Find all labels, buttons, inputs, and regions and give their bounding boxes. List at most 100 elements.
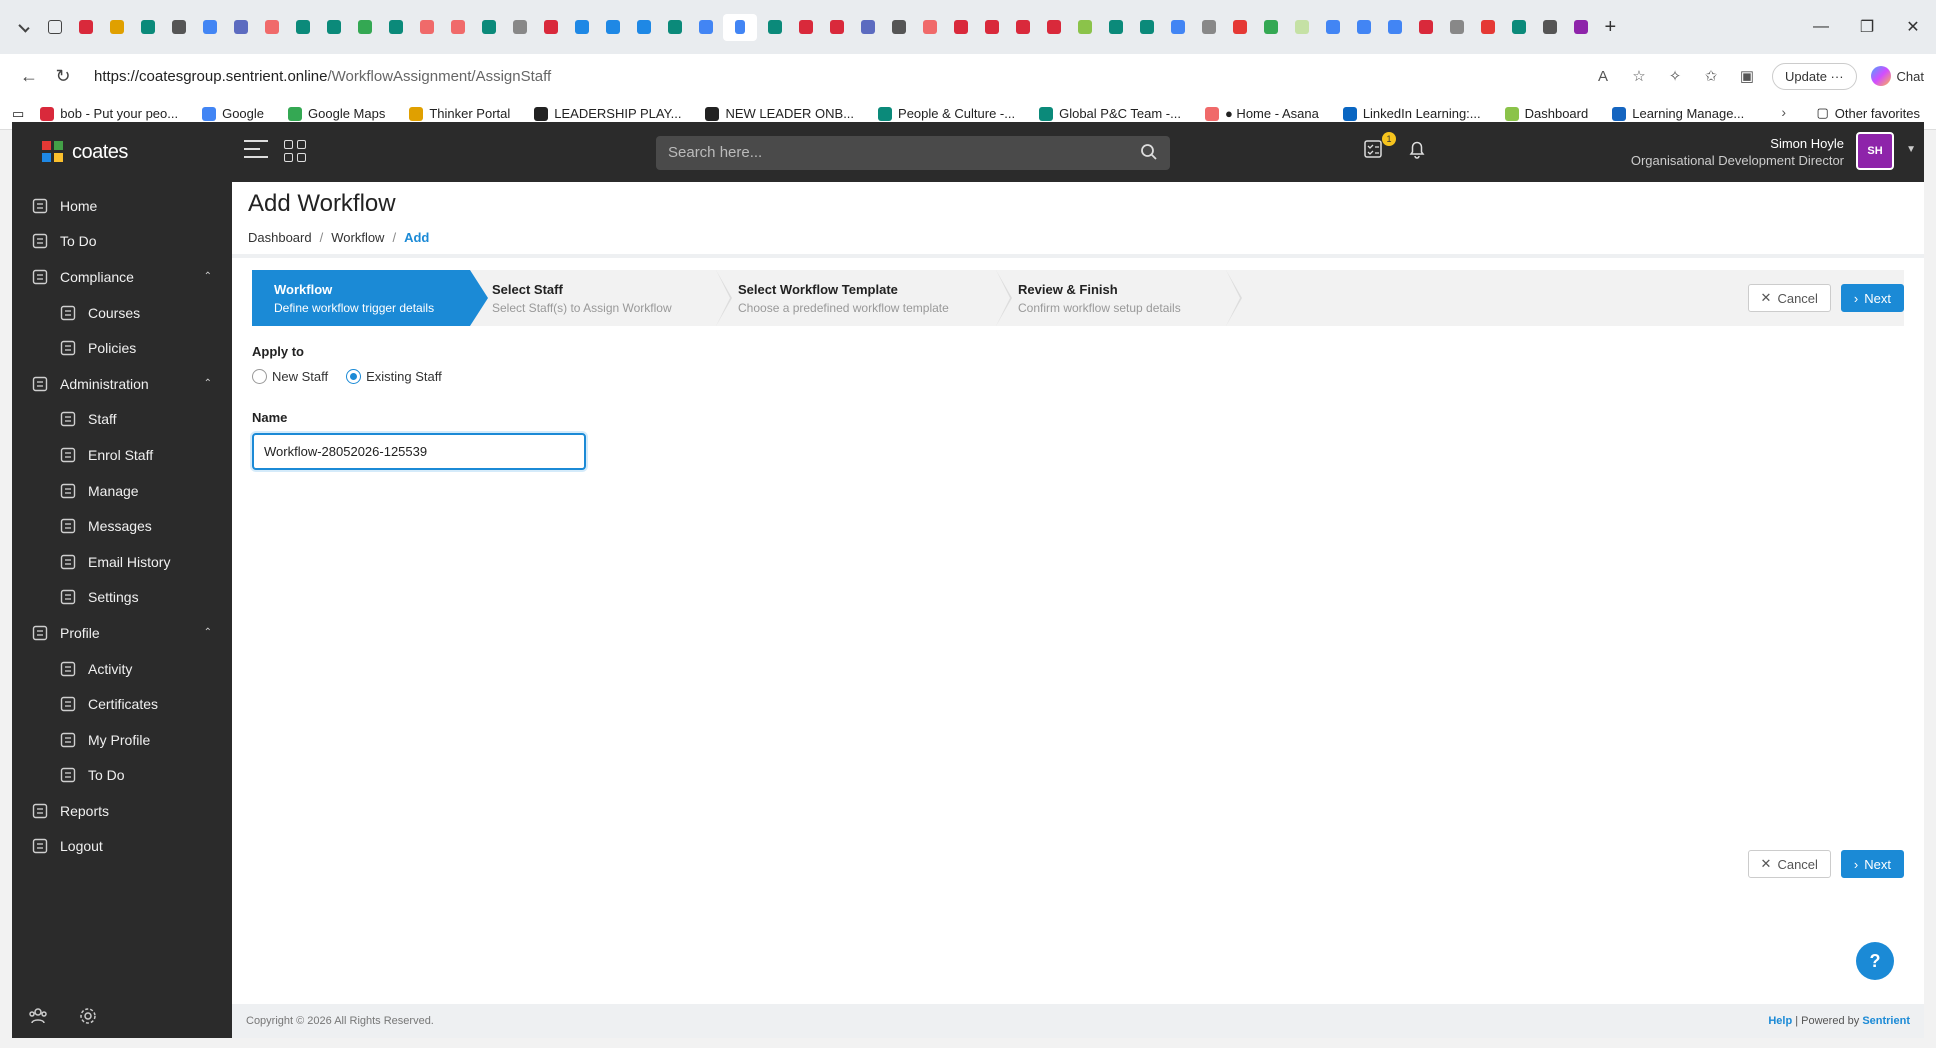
browser-tab-icon[interactable] <box>1102 14 1129 41</box>
browser-tab-icon[interactable] <box>661 14 688 41</box>
collections-icon[interactable]: ▣ <box>1736 65 1758 87</box>
browser-tab-icon[interactable] <box>599 14 626 41</box>
sidebar-item-staff[interactable]: Staff <box>12 402 232 438</box>
sidebar-item-email-history[interactable]: Email History <box>12 544 232 580</box>
user-info[interactable]: Simon Hoyle Organisational Development D… <box>1631 136 1844 168</box>
restore-icon[interactable]: ❐ <box>1844 17 1890 37</box>
browser-tab-icon[interactable] <box>320 14 347 41</box>
minimize-icon[interactable]: — <box>1798 18 1844 36</box>
browser-tab-icon[interactable] <box>227 14 254 41</box>
browser-tab-icon[interactable] <box>413 14 440 41</box>
browser-tab-icon[interactable] <box>885 14 912 41</box>
browser-tab-icon[interactable] <box>823 14 850 41</box>
browser-tab-icon[interactable] <box>258 14 285 41</box>
favorite-link[interactable]: LinkedIn Learning:... <box>1342 106 1481 121</box>
step-review-finish[interactable]: Review & Finish Confirm workflow setup de… <box>996 270 1242 326</box>
browser-tab-icon[interactable] <box>1505 14 1532 41</box>
browser-tab-icon[interactable] <box>1412 14 1439 41</box>
browser-tab-icon[interactable] <box>506 14 533 41</box>
favorite-link[interactable]: People & Culture -... <box>878 106 1015 121</box>
reading-view-icon[interactable]: ▭ <box>12 106 24 122</box>
sidebar-item-logout[interactable]: Logout <box>12 829 232 865</box>
workspaces-icon[interactable] <box>41 14 68 41</box>
avatar[interactable]: SH <box>1856 132 1894 170</box>
sidebar-item-home[interactable]: Home <box>12 188 232 224</box>
sidebar-item-settings[interactable]: Settings <box>12 580 232 616</box>
favorite-link[interactable]: ● Home - Asana <box>1204 106 1319 121</box>
radio-circle[interactable] <box>252 369 267 384</box>
browser-tab-icon[interactable] <box>1133 14 1160 41</box>
favorite-link[interactable]: bob - Put your peo... <box>40 106 178 121</box>
sidebar-item-compliance[interactable]: Compliance ⌃ <box>12 259 232 295</box>
browser-tab-icon[interactable] <box>1350 14 1377 41</box>
browser-tab-icon[interactable] <box>792 14 819 41</box>
favorite-link[interactable]: Learning Manage... <box>1612 106 1744 121</box>
back-icon[interactable]: ← <box>12 60 46 92</box>
team-icon[interactable] <box>28 1006 48 1026</box>
next-button[interactable]: › Next <box>1840 284 1904 312</box>
browser-tab-icon[interactable] <box>630 14 657 41</box>
browser-tab-icon[interactable] <box>537 14 564 41</box>
tasks-icon[interactable] <box>1362 138 1384 160</box>
search-input[interactable]: Search here... <box>656 136 1170 170</box>
chevron-up-icon[interactable]: ⌃ <box>204 627 212 638</box>
browser-tab-icon[interactable] <box>568 14 595 41</box>
favorite-link[interactable]: Google <box>202 106 264 121</box>
sidebar-item-policies[interactable]: Policies <box>12 330 232 366</box>
update-button[interactable]: Update ··· <box>1772 62 1857 90</box>
other-favorites[interactable]: ▢ Other favorites <box>1816 105 1920 121</box>
browser-tab-icon[interactable] <box>1381 14 1408 41</box>
browser-tab-icon[interactable] <box>1257 14 1284 41</box>
browser-tab-icon[interactable] <box>289 14 316 41</box>
breadcrumb-workflow[interactable]: Workflow <box>331 230 384 245</box>
favorite-link[interactable]: Dashboard <box>1504 106 1588 121</box>
gear-icon[interactable] <box>78 1006 98 1026</box>
browser-tab-icon[interactable] <box>196 14 223 41</box>
next-button[interactable]: › Next <box>1840 850 1904 878</box>
browser-tab-icon[interactable] <box>1443 14 1470 41</box>
sidebar-item-courses[interactable]: Courses <box>12 295 232 331</box>
favorite-link[interactable]: Google Maps <box>288 106 385 121</box>
browser-tab-icon[interactable] <box>854 14 881 41</box>
browser-tab-icon[interactable] <box>134 14 161 41</box>
star-icon[interactable]: ☆ <box>1628 65 1650 87</box>
browser-tab-icon[interactable] <box>165 14 192 41</box>
browser-tab-icon[interactable] <box>1226 14 1253 41</box>
help-link[interactable]: Help <box>1768 1015 1792 1027</box>
browser-tab-icon[interactable] <box>1288 14 1315 41</box>
browser-tab-icon[interactable] <box>475 14 502 41</box>
sidebar-item-to-do[interactable]: To Do <box>12 224 232 260</box>
chevron-down-icon[interactable]: ▼ <box>1906 144 1916 155</box>
favorite-link[interactable]: NEW LEADER ONB... <box>705 106 854 121</box>
sidebar-item-administration[interactable]: Administration ⌃ <box>12 366 232 402</box>
chevron-up-icon[interactable]: ⌃ <box>204 271 212 282</box>
step-workflow[interactable]: Workflow Define workflow trigger details <box>252 270 488 326</box>
apps-grid-icon[interactable] <box>284 140 306 162</box>
browser-tab-icon[interactable] <box>1195 14 1222 41</box>
radio-new-staff[interactable]: New Staff <box>252 369 328 384</box>
radio-circle[interactable] <box>346 369 362 384</box>
url-field[interactable]: https://coatesgroup.sentrient.online/Wor… <box>94 68 1592 85</box>
browser-tab-icon[interactable] <box>947 14 974 41</box>
sidebar-item-my-profile[interactable]: My Profile <box>12 722 232 758</box>
breadcrumb-dashboard[interactable]: Dashboard <box>248 230 312 245</box>
browser-tab-icon[interactable] <box>761 14 788 41</box>
favorites-icon[interactable]: ✩ <box>1700 65 1722 87</box>
favorite-link[interactable]: Global P&C Team -... <box>1039 106 1181 121</box>
browser-tab-icon[interactable] <box>1567 14 1594 41</box>
sidebar-item-enrol-staff[interactable]: Enrol Staff <box>12 437 232 473</box>
browser-tab-icon[interactable] <box>382 14 409 41</box>
browser-tab-icon[interactable] <box>351 14 378 41</box>
sentrient-link[interactable]: Sentrient <box>1862 1015 1910 1027</box>
active-tab[interactable] <box>723 13 757 41</box>
close-window-icon[interactable]: ✕ <box>1890 17 1936 37</box>
bell-icon[interactable] <box>1406 138 1428 160</box>
browser-tab-icon[interactable] <box>444 14 471 41</box>
extensions-icon[interactable]: ✧ <box>1664 65 1686 87</box>
favorite-link[interactable]: Thinker Portal <box>409 106 510 121</box>
sidebar-item-profile[interactable]: Profile ⌃ <box>12 615 232 651</box>
chevron-right-icon[interactable]: › <box>1781 104 1786 120</box>
sidebar-item-reports[interactable]: Reports <box>12 793 232 829</box>
browser-tab-icon[interactable] <box>1009 14 1036 41</box>
radio-existing-staff[interactable]: Existing Staff <box>346 369 442 384</box>
